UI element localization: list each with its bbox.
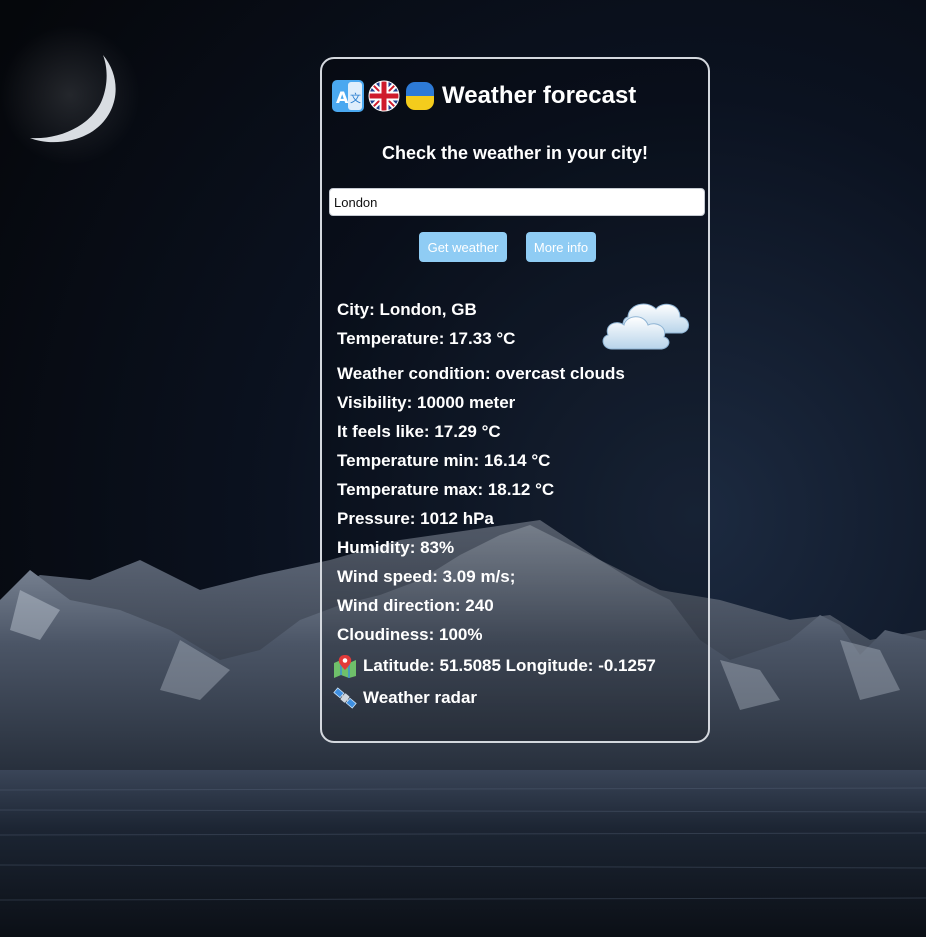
temperature-label: Temperature: 17.33 °C <box>337 329 516 348</box>
svg-text:A: A <box>336 88 349 107</box>
weather-card: A 文 Weather forecast Check the weather i… <box>320 57 710 743</box>
city-search-input[interactable] <box>329 188 705 216</box>
page-title: Weather forecast <box>442 82 637 109</box>
weather-radar-label: Weather radar <box>363 688 478 707</box>
map-pin-icon <box>334 655 356 678</box>
pressure-label: Pressure: 1012 hPa <box>337 509 494 528</box>
ukraine-flag-icon[interactable] <box>404 80 436 112</box>
temperature-min-label: Temperature min: 16.14 °C <box>337 451 551 470</box>
cloud-icon <box>602 303 689 350</box>
visibility-label: Visibility: 10000 meter <box>337 393 516 412</box>
weather-condition-label: Weather condition: overcast clouds <box>337 364 625 383</box>
coordinates-label: Latitude: 51.5085 Longitude: -0.1257 <box>363 656 656 675</box>
subtitle: Check the weather in your city! <box>381 143 649 163</box>
svg-text:文: 文 <box>350 91 361 105</box>
card-header: A 文 Weather forecast <box>332 79 636 113</box>
weather-radar-link[interactable]: Weather radar <box>332 685 477 711</box>
wind-speed-label: Wind speed: 3.09 m/s; <box>337 567 516 586</box>
humidity-label: Humidity: 83% <box>337 538 455 557</box>
city-label: City: London, GB <box>337 300 477 319</box>
temperature-max-label: Temperature max: 18.12 °C <box>337 480 555 499</box>
uk-flag-icon[interactable] <box>368 80 400 112</box>
coordinates-link[interactable]: Latitude: 51.5085 Longitude: -0.1257 <box>332 653 656 679</box>
wind-direction-label: Wind direction: 240 <box>337 596 494 615</box>
more-info-button[interactable]: More info <box>526 232 596 262</box>
get-weather-button[interactable]: Get weather <box>419 232 507 262</box>
translate-icon[interactable]: A 文 <box>332 80 364 112</box>
cloudiness-label: Cloudiness: 100% <box>337 625 483 644</box>
satellite-icon <box>333 687 357 709</box>
feels-like-label: It feels like: 17.29 °C <box>337 422 501 441</box>
